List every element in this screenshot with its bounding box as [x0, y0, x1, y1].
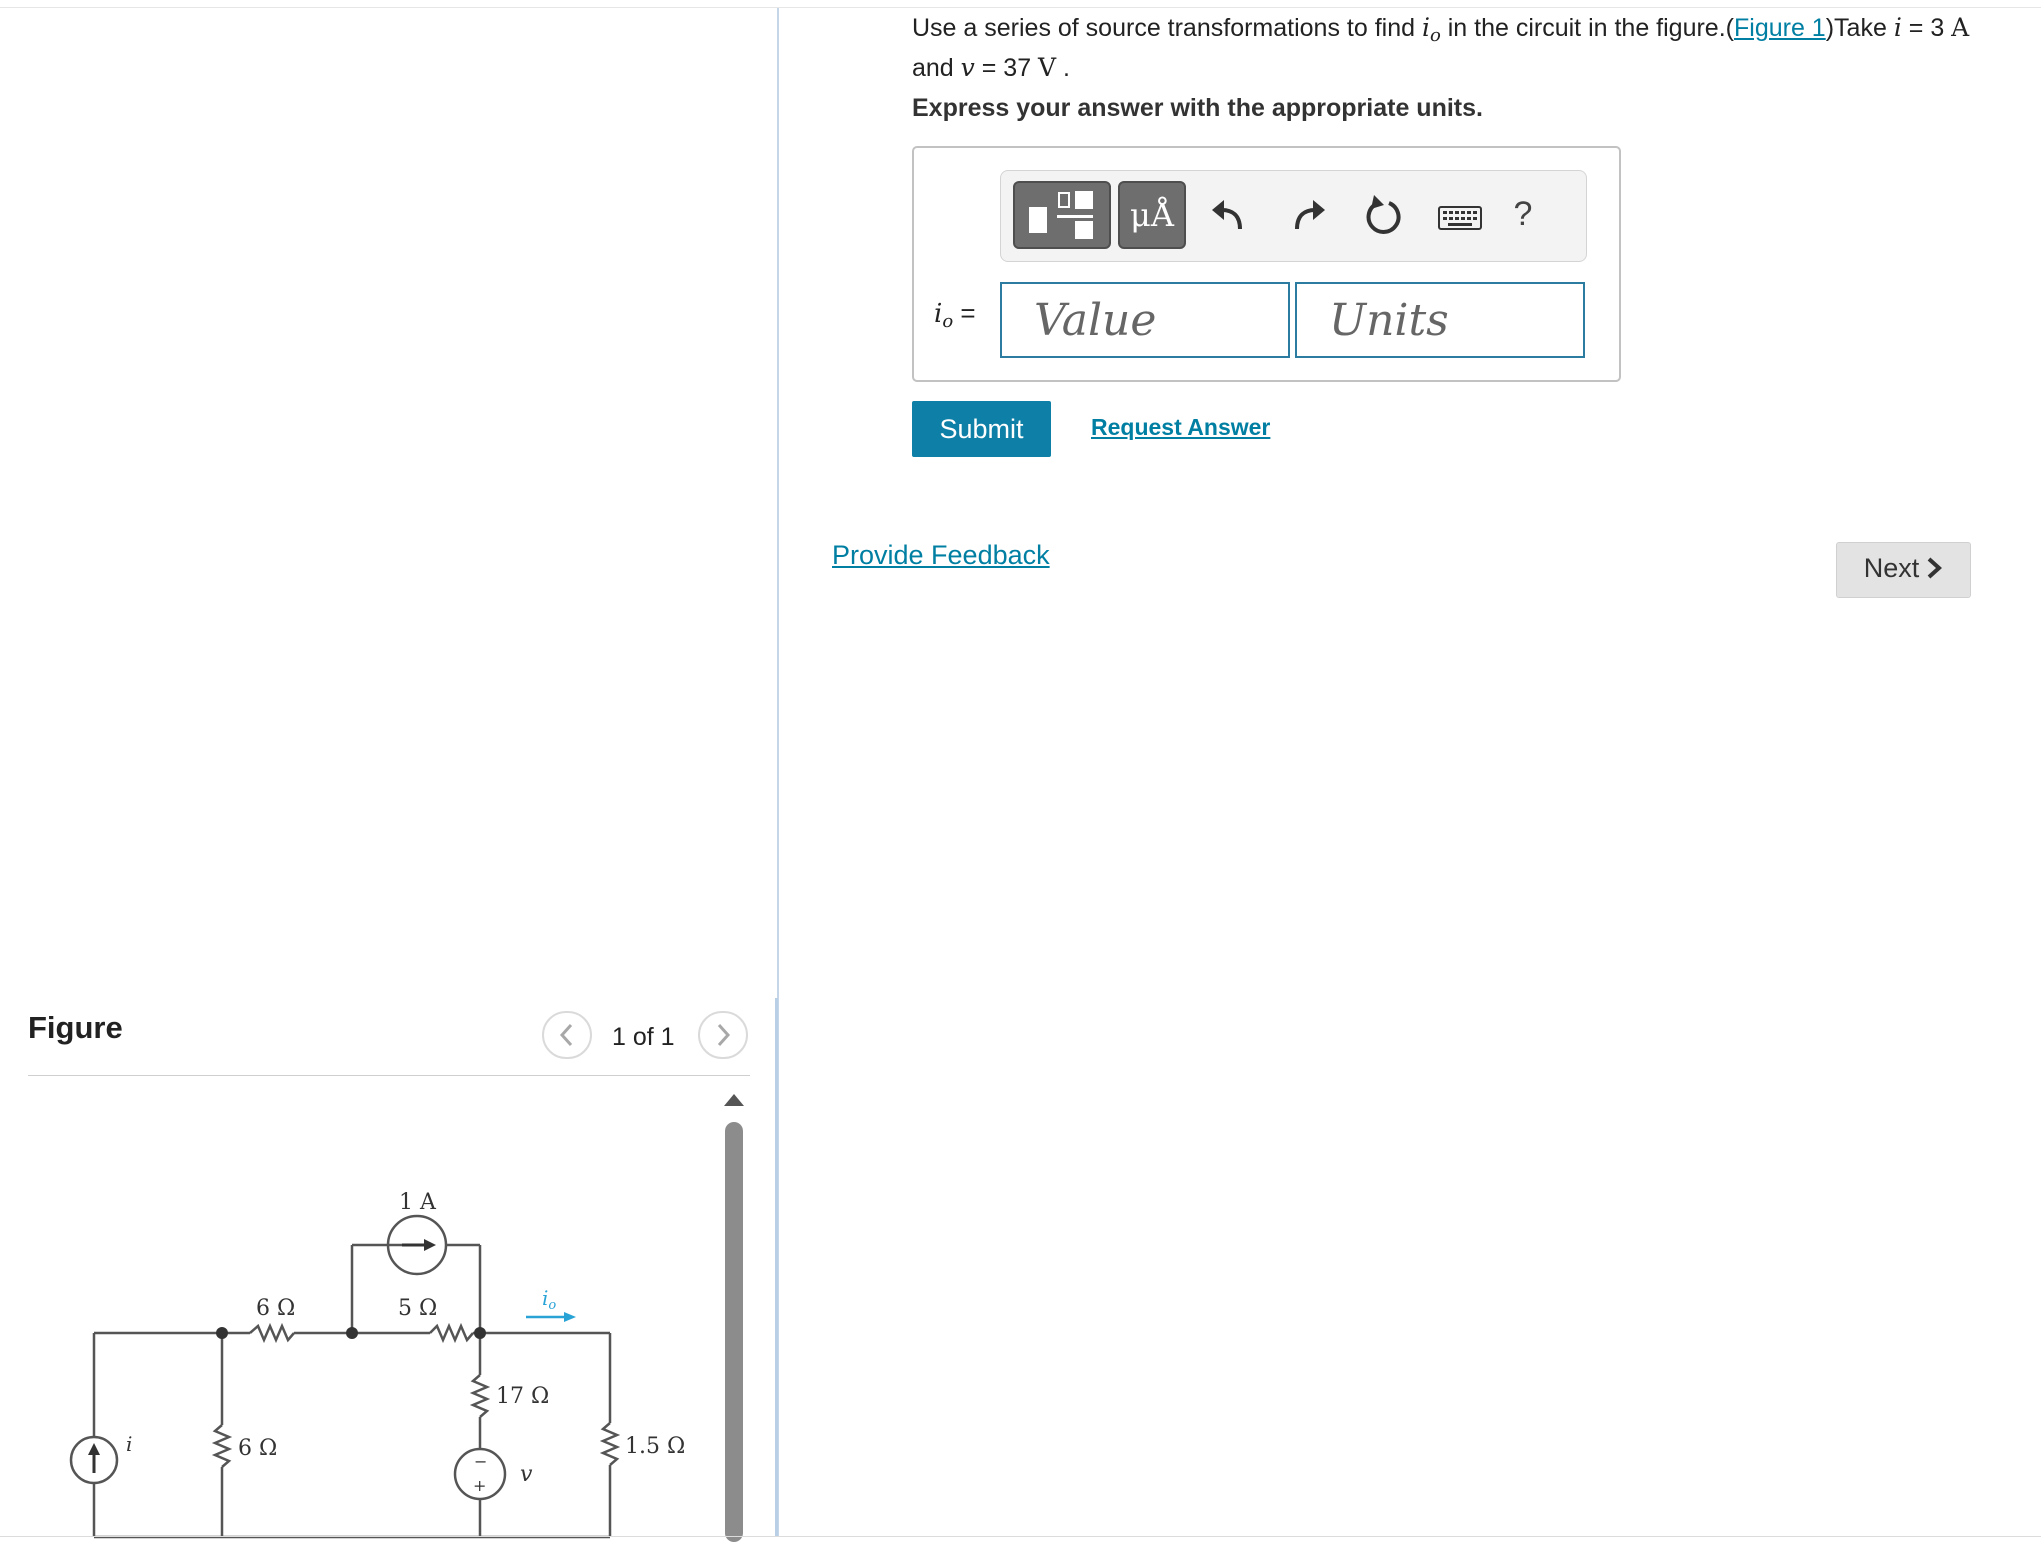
label-minus: − [474, 1452, 487, 1471]
label-17ohm: 17 Ω [496, 1384, 549, 1409]
label-5ohm: 5 Ω [398, 1296, 437, 1321]
next-label: Next [1863, 553, 1920, 583]
label-source-v: v [520, 1462, 533, 1487]
bottom-border [0, 1536, 2041, 1537]
figure-divider [28, 1075, 750, 1076]
units-button[interactable]: μÅ [1118, 181, 1186, 249]
circuit-diagram: io 1 A 6 Ω 5 Ω 6 Ω 17 Ω 1.5 Ω i v − + [69, 1190, 685, 1539]
chevron-left-icon [559, 1023, 573, 1047]
next-button[interactable]: Next [1836, 542, 1971, 598]
figure-pager: 1 of 1 [612, 1023, 675, 1051]
templates-button[interactable] [1013, 181, 1111, 249]
answer-instruction: Express your answer with the appropriate… [912, 94, 1483, 122]
figure-scrollbar-thumb[interactable] [725, 1122, 743, 1542]
keyboard-icon [1438, 206, 1482, 230]
provide-feedback-link[interactable]: Provide Feedback [832, 540, 1050, 571]
templates-icon [1029, 191, 1093, 239]
figure-title: Figure [28, 1010, 123, 1045]
panel-resize-handle[interactable] [775, 998, 778, 1536]
label-1-5ohm: 1.5 Ω [625, 1434, 685, 1459]
help-button[interactable]: ? [1507, 191, 1539, 237]
scroll-up-arrow[interactable] [722, 1092, 746, 1108]
math-toolbar: μÅ ? [1000, 170, 1587, 262]
next-figure-button[interactable] [698, 1011, 748, 1059]
label-6ohm-vertical: 6 Ω [238, 1436, 277, 1461]
redo-button[interactable] [1283, 193, 1331, 239]
label-source-i: i [126, 1432, 132, 1456]
redo-icon [1295, 200, 1325, 230]
chevron-right-icon [1927, 557, 1943, 579]
figure-link[interactable]: Figure 1 [1734, 14, 1826, 42]
answer-box: μÅ ? io = Value Units [912, 146, 1621, 382]
answer-label: io = [934, 298, 976, 332]
value-input[interactable] [1000, 282, 1290, 358]
keyboard-button[interactable] [1435, 193, 1487, 239]
label-io: io [542, 1286, 556, 1313]
reset-button[interactable] [1359, 193, 1407, 239]
chevron-right-icon [717, 1023, 731, 1047]
label-plus: + [473, 1476, 486, 1495]
reset-icon [1366, 195, 1401, 234]
label-6ohm-top: 6 Ω [256, 1296, 295, 1321]
request-answer-link[interactable]: Request Answer [1091, 414, 1270, 441]
undo-button[interactable] [1206, 193, 1254, 239]
top-border [0, 0, 2041, 8]
label-1a: 1 A [399, 1190, 437, 1215]
undo-icon [1212, 200, 1242, 230]
submit-button[interactable]: Submit [912, 401, 1051, 457]
prev-figure-button[interactable] [542, 1011, 592, 1059]
question-text: Use a series of source transformations t… [912, 13, 1970, 82]
units-input[interactable] [1295, 282, 1585, 358]
